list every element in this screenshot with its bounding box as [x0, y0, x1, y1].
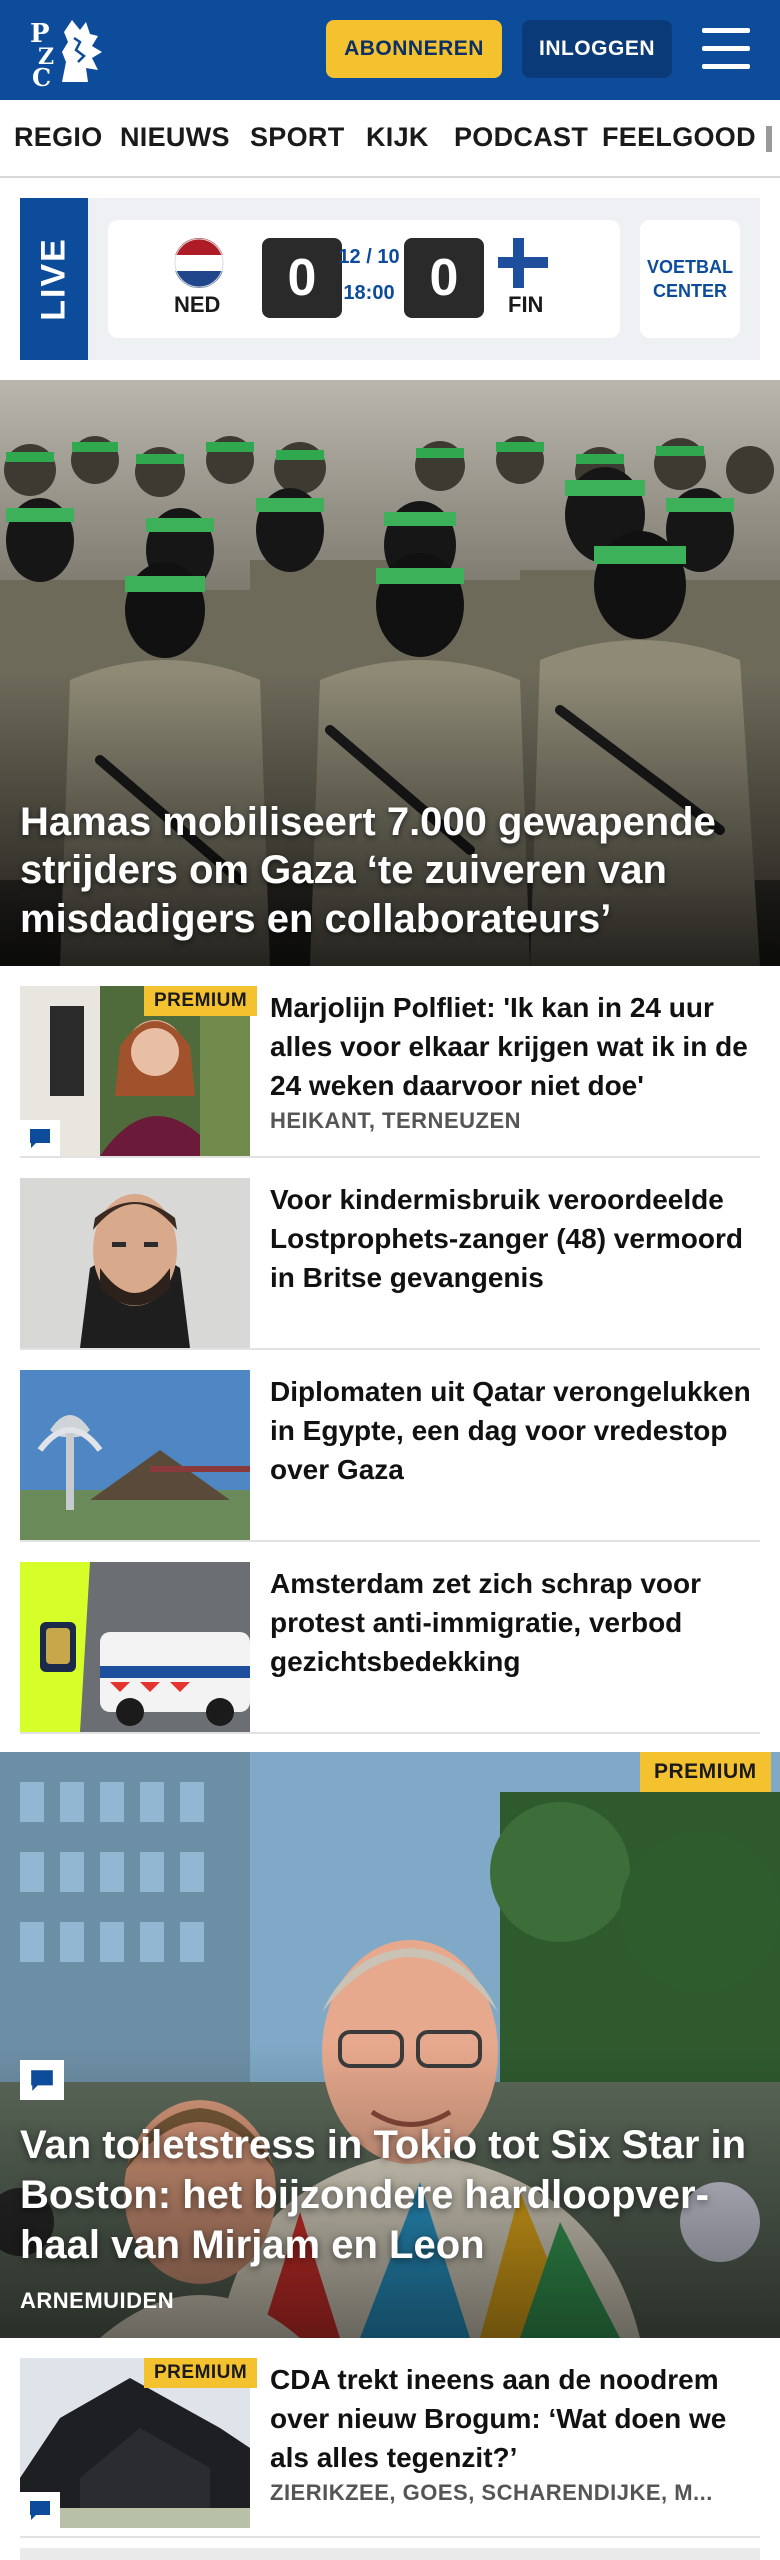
- premium-badge: PREMIUM: [640, 1752, 771, 1792]
- hamburger-menu-icon[interactable]: [698, 24, 754, 74]
- nav-item-sport[interactable]: SPORT: [250, 122, 345, 153]
- article-item[interactable]: Diplomaten uit Qatar verongelukken in Eg…: [20, 1350, 760, 1542]
- live-tab: LIVE: [20, 198, 88, 360]
- premium-badge: PREMIUM: [144, 2358, 258, 2388]
- match-date: 12 / 10: [338, 246, 400, 268]
- comment-icon: [20, 2060, 64, 2100]
- feature-article[interactable]: PREMIUM Van toiletstress in Tokio tot Si…: [0, 1752, 780, 2338]
- article-title[interactable]: Voor kindermisbruik veroordeel­de Lostpr…: [270, 1180, 760, 1298]
- article-location: ZIERIKZEE, GOES, SCHARENDIJKE, M...: [270, 2480, 713, 2505]
- premium-badge: PREMIUM: [144, 986, 258, 1016]
- article-title[interactable]: CDA trekt ineens aan de noodrem over nie…: [270, 2360, 760, 2478]
- feature-location: ARNEMUIDEN: [20, 2288, 175, 2313]
- article-thumbnail: [20, 1562, 250, 1732]
- article-item[interactable]: Amsterdam zet zich schrap voor protest a…: [20, 1542, 760, 1734]
- nav-item-podcast[interactable]: PODCAST: [454, 122, 588, 153]
- nav-overflow-edge: [766, 126, 772, 152]
- finland-flag-icon: [498, 238, 548, 288]
- next-article-peek: [20, 2548, 760, 2560]
- match-time: 18:00: [343, 282, 395, 304]
- match-score-card[interactable]: NED 0 12 / 10 18:00 0 FIN: [108, 220, 620, 338]
- article-location: HEIKANT, TERNEUZEN: [270, 1108, 522, 1133]
- pzc-logo[interactable]: P Z C: [28, 12, 112, 88]
- away-score: 0: [404, 238, 484, 318]
- nav-item-regio[interactable]: REGIO: [14, 122, 103, 153]
- subscribe-button[interactable]: ABONNEREN: [326, 20, 502, 78]
- netherlands-flag-icon: [174, 238, 224, 288]
- article-item[interactable]: Voor kindermisbruik veroordeel­de Lostpr…: [20, 1158, 760, 1350]
- article-thumbnail: [20, 1370, 250, 1540]
- article-title[interactable]: Diplomaten uit Qatar verongelukken in Eg…: [270, 1372, 760, 1490]
- article-title[interactable]: Amsterdam zet zich schrap voor protest a…: [270, 1564, 760, 1682]
- article-item[interactable]: PREMIUM Marjolijn Polfliet: 'Ik kan in 2…: [20, 966, 760, 1158]
- hero-article[interactable]: Hamas mobiliseert 7.000 gewapende strijd…: [0, 380, 780, 966]
- nav-item-feelgood[interactable]: FEELGOOD: [602, 122, 756, 153]
- site-header: P Z C ABONNEREN INLOGGEN: [0, 0, 780, 100]
- comment-icon: [20, 2492, 60, 2528]
- hero-headline[interactable]: Hamas mobiliseert 7.000 gewapende strijd…: [20, 798, 760, 944]
- article-item[interactable]: PREMIUM CDA trekt ineens aan de noodrem …: [20, 2338, 760, 2538]
- article-thumbnail: [20, 1178, 250, 1348]
- nav-item-kijk[interactable]: KIJK: [366, 122, 429, 153]
- away-team-name: FIN: [508, 292, 544, 317]
- comment-icon: [20, 1120, 60, 1156]
- voetbal-center-button[interactable]: VOETBAL CENTER: [640, 220, 740, 338]
- feature-headline[interactable]: Van toiletstress in Tokio tot Six Star i…: [20, 2120, 768, 2270]
- section-nav: REGIO NIEUWS SPORT KIJK PODCAST FEELGOOD: [0, 100, 780, 178]
- svg-text:C: C: [32, 63, 51, 88]
- article-title[interactable]: Marjolijn Polfliet: 'Ik kan in 24 uur al…: [270, 988, 760, 1106]
- nav-item-nieuws[interactable]: NIEUWS: [120, 122, 230, 153]
- home-score: 0: [262, 238, 342, 318]
- home-team-name: NED: [174, 292, 221, 317]
- live-score-widget: LIVE NED 0 12 / 10 18:00 0 FIN VOETBAL C…: [20, 198, 760, 360]
- login-button[interactable]: INLOGGEN: [522, 20, 672, 78]
